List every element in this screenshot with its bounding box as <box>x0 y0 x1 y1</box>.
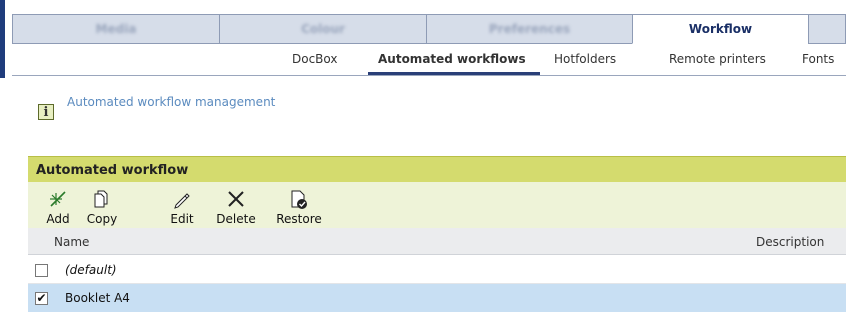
column-name-header[interactable]: Name <box>54 235 89 249</box>
tab-preferences[interactable]: Preferences <box>426 14 632 44</box>
tab-workflow[interactable]: Workflow <box>632 14 808 44</box>
column-description-header[interactable]: Description <box>756 235 824 249</box>
tab-colour-label: Colour <box>301 22 345 36</box>
table-row-selected[interactable]: ✔ Booklet A4 <box>28 284 846 312</box>
subtab-fonts[interactable]: Fonts <box>802 52 834 66</box>
sub-tabs: DocBox Automated workflows Hotfolders Re… <box>12 44 846 76</box>
tab-media-label: Media <box>95 22 137 36</box>
tab-colour[interactable]: Colour <box>219 14 426 44</box>
tab-workflow-label: Workflow <box>688 22 753 36</box>
subtab-docbox[interactable]: DocBox <box>292 52 338 66</box>
row-checkbox-checked[interactable]: ✔ <box>35 292 48 305</box>
copy-button[interactable]: Copy <box>77 182 127 228</box>
copy-icon <box>94 190 108 208</box>
restore-icon <box>291 190 307 209</box>
tab-media[interactable]: Media <box>12 14 219 44</box>
subtab-hotfolders[interactable]: Hotfolders <box>554 52 616 66</box>
tab-more[interactable] <box>808 14 846 44</box>
panel-title: Automated workflow <box>28 156 846 182</box>
info-text: Automated workflow management <box>67 95 276 109</box>
table-header: Name Description <box>28 228 846 255</box>
add-button[interactable]: Add <box>33 182 83 228</box>
row-name: Booklet A4 <box>65 291 130 305</box>
edit-button[interactable]: Edit <box>157 182 207 228</box>
copy-label: Copy <box>86 212 118 226</box>
subtab-divider <box>12 75 846 76</box>
main-tabs: Media Colour Preferences Workflow <box>12 14 846 44</box>
subtab-remote-printers[interactable]: Remote printers <box>669 52 766 66</box>
delete-icon <box>228 191 244 207</box>
table-row[interactable]: (default) <box>28 256 846 284</box>
delete-button[interactable]: Delete <box>211 182 261 228</box>
subtab-automated-workflows[interactable]: Automated workflows <box>378 52 526 66</box>
info-icon: i <box>38 104 54 120</box>
left-accent-bar <box>0 0 5 78</box>
add-label: Add <box>46 212 70 226</box>
restore-button[interactable]: Restore <box>274 182 324 228</box>
tab-preferences-label: Preferences <box>488 22 571 36</box>
toolbar: Add Copy Edit Delete Restore <box>28 182 846 228</box>
edit-label: Edit <box>170 212 194 226</box>
edit-icon <box>174 193 190 209</box>
row-name: (default) <box>65 263 117 277</box>
restore-label: Restore <box>276 212 322 226</box>
add-icon <box>50 191 66 207</box>
delete-label: Delete <box>216 212 256 226</box>
row-checkbox[interactable] <box>35 264 48 277</box>
